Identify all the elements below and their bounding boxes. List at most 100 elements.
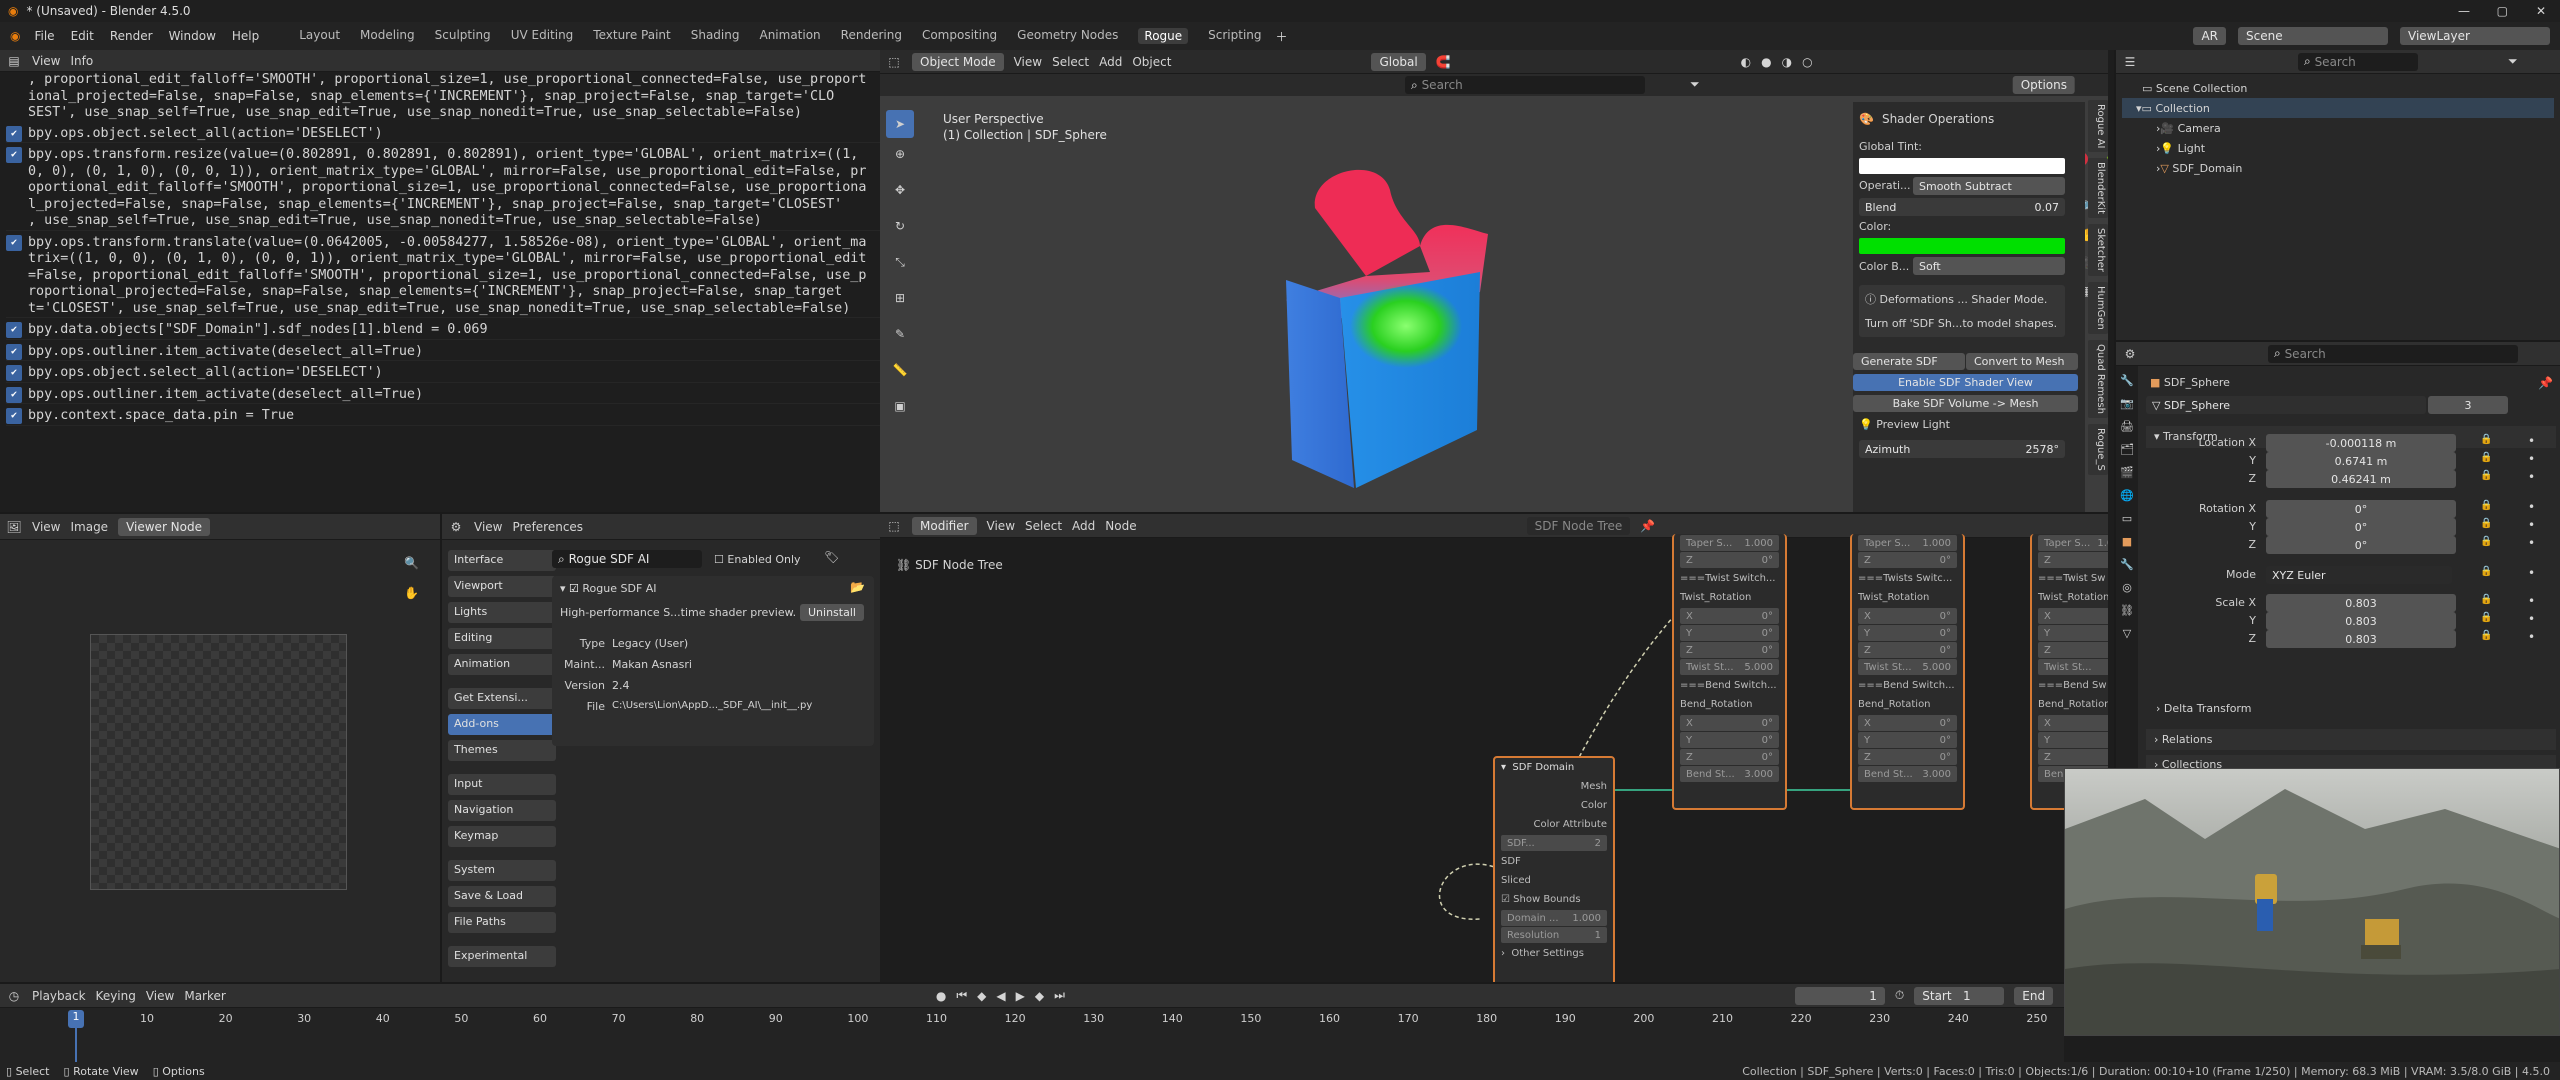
add-cube-tool-icon[interactable]: ▣ [886, 398, 914, 426]
generate-sdf-button[interactable]: Generate SDF [1853, 353, 1965, 370]
bend-x-field[interactable]: X 0° [1680, 715, 1779, 731]
twist-z-field[interactable]: Z0° [2038, 642, 2108, 658]
sdf-transform-node[interactable]: Taper S... 1.000 Z 0° ===Twist Switch... Twis… [1672, 534, 1787, 810]
jump-end-icon[interactable]: ⏭ [1054, 988, 1065, 1003]
bend-rotation-socket[interactable]: Bend_Rotation [2032, 695, 2108, 714]
current-frame-field[interactable]: 1 [1794, 986, 1885, 1005]
socket-mesh[interactable]: Mesh [1495, 777, 1613, 796]
render-tab-icon[interactable]: 📷 [2120, 397, 2134, 410]
keyframe-dot-icon[interactable]: • [2528, 470, 2535, 484]
socket-sdf[interactable]: SDF [1495, 852, 1613, 871]
enabled-only-toggle[interactable]: ☐ Enabled Only [714, 553, 801, 566]
bend-switch-toggle[interactable]: ===Bend Sw [2032, 676, 2108, 695]
bend-y-field[interactable]: Y 0° [1680, 732, 1779, 748]
transform-value-field[interactable]: 0.803 [2266, 630, 2456, 648]
taper-field[interactable]: Taper S... 1.000 [2038, 535, 2108, 551]
workspace-tab[interactable]: Rendering [841, 28, 902, 44]
keyframe-dot-icon[interactable]: • [2528, 452, 2535, 466]
overlays-icon[interactable]: ◐ [1741, 55, 1751, 69]
twist-switch-toggle[interactable]: ===Twist Sw [2032, 569, 2108, 588]
object-tab-icon[interactable]: ■ [2122, 535, 2132, 548]
other-settings[interactable]: › Other Settings [1495, 944, 1613, 963]
view-layer-tab-icon[interactable]: 🗂 [2120, 443, 2134, 456]
sidebar-tab[interactable]: Quad Remesh [2088, 340, 2108, 419]
twist-strength-field[interactable]: Twist St... 5.000 [1858, 659, 1957, 675]
menu-file[interactable]: File [34, 29, 54, 43]
end-frame-field[interactable]: End [2014, 986, 2054, 1005]
twist-x-field[interactable]: X0° [2038, 608, 2108, 624]
prefs-menu-view[interactable]: View [474, 520, 502, 534]
preview-light-header[interactable]: 💡 Preview Light [1859, 418, 1950, 431]
vp-menu-select[interactable]: Select [1052, 55, 1089, 69]
viewer-node-selector[interactable]: Viewer Node [118, 517, 211, 536]
node-editor[interactable]: ⬚ Modifier View Select Add Node SDF Node… [880, 512, 2108, 982]
workspace-tab[interactable]: Layout [299, 28, 340, 44]
twist-switch-toggle[interactable]: ===Twists Switc... [1852, 569, 1963, 588]
editor-type-icon[interactable]: 🖼 [6, 519, 22, 535]
twist-z-field[interactable]: Z0° [1680, 642, 1779, 658]
info-entry[interactable]: ✔ bpy.ops.object.select_all(action='DESEL… [6, 125, 880, 143]
bend-rotation-socket[interactable]: Bend_Rotation [1674, 695, 1785, 714]
menu-window[interactable]: Window [169, 29, 216, 43]
world-tab-icon[interactable]: 🌐 [2120, 489, 2134, 502]
info-menu-info[interactable]: Info [70, 54, 93, 68]
outliner-sdf-domain[interactable]: › ▽ SDF_Domain [2122, 158, 2554, 178]
bend-switch-toggle[interactable]: ===Bend Switch... [1674, 676, 1785, 695]
image-menu-view[interactable]: View [32, 520, 60, 534]
z-field[interactable]: Z 0° [1858, 552, 1957, 568]
collection-tab-icon[interactable]: ▭ [2122, 512, 2132, 525]
prefs-sidebar-item[interactable]: System [448, 860, 556, 881]
playback-menu[interactable]: Playback [32, 989, 86, 1003]
delta-transform-panel[interactable]: › Delta Transform [2156, 702, 2251, 715]
bend-z-field[interactable]: Z0° [1858, 749, 1957, 765]
workspace-tab[interactable]: Animation [759, 28, 820, 44]
add-workspace-icon[interactable]: ＋ [1276, 28, 1288, 45]
tag-icon[interactable]: 🏷 [824, 550, 839, 564]
colorb-dropdown[interactable]: Soft [1913, 257, 2065, 275]
shading-rendered-icon[interactable]: ○ [1802, 55, 1812, 69]
prefs-sidebar-item[interactable]: Lights [448, 602, 556, 623]
record-icon[interactable]: ● [936, 989, 946, 1003]
twist-y-field[interactable]: Y0° [2038, 625, 2108, 641]
editor-type-icon[interactable]: ▤ [6, 53, 22, 69]
output-tab-icon[interactable]: 🖨 [2120, 420, 2134, 433]
prefs-sidebar-item[interactable]: Get Extensi... [448, 688, 556, 709]
tool-tab-icon[interactable]: 🔧 [2120, 374, 2134, 387]
convert-mesh-button[interactable]: Convert to Mesh [1966, 353, 2078, 370]
editor-type-icon[interactable]: ⚙ [2122, 346, 2138, 362]
twist-rotation-socket[interactable]: Twist_Rotation [2032, 588, 2108, 607]
start-frame-field[interactable]: Start 1 [1914, 986, 2005, 1005]
vp-menu-add[interactable]: Add [1099, 55, 1122, 69]
close-icon[interactable]: ✕ [2536, 4, 2546, 18]
color-swatch[interactable] [1859, 238, 2065, 254]
rotate-tool-icon[interactable]: ↻ [886, 218, 914, 246]
prefs-sidebar-item[interactable]: Animation [448, 654, 556, 675]
twist-switch-toggle[interactable]: ===Twist Switch... [1674, 569, 1785, 588]
playhead[interactable]: 1 [68, 1010, 84, 1028]
keyframe-dot-icon[interactable]: • [2528, 500, 2535, 514]
bend-z-field[interactable]: Z0° [2038, 749, 2108, 765]
constraints-tab-icon[interactable]: ⛓ [2120, 604, 2134, 617]
orientation-selector[interactable]: Global [1371, 52, 1426, 71]
prefs-sidebar-item[interactable]: Experimental [448, 946, 556, 967]
filter-icon[interactable]: ⏷ [2508, 54, 2518, 69]
bend-y-field[interactable]: Y 0° [1858, 732, 1957, 748]
scene-tab-icon[interactable]: 🎬 [2120, 466, 2134, 479]
prefs-sidebar-item[interactable]: Themes [448, 740, 556, 761]
options-button[interactable]: Options [2012, 76, 2075, 94]
play-icon[interactable]: ▶ [1016, 989, 1025, 1003]
bend-switch-toggle[interactable]: ===Bend Switch... [1852, 676, 1963, 695]
measure-tool-icon[interactable]: 📏 [886, 362, 914, 390]
mode-selector[interactable]: Object Mode [912, 52, 1004, 71]
keying-menu[interactable]: Keying [96, 989, 136, 1003]
domain-node-header[interactable]: ▾ SDF Domain [1495, 758, 1613, 777]
pin-icon[interactable]: 📌 [2538, 376, 2553, 390]
transform-value-field[interactable]: 0° [2266, 536, 2456, 554]
workspace-tab[interactable]: Shading [691, 28, 740, 44]
users-count[interactable]: 3 [2428, 396, 2508, 414]
azimuth-field[interactable]: Azimuth 2578° [1859, 440, 2065, 458]
lock-icon[interactable]: 🔒 [2480, 536, 2492, 547]
workspace-tab[interactable]: Texture Paint [593, 28, 670, 44]
blender-menu-icon[interactable]: ◉ [10, 29, 20, 43]
annotate-tool-icon[interactable]: ✎ [886, 326, 914, 354]
